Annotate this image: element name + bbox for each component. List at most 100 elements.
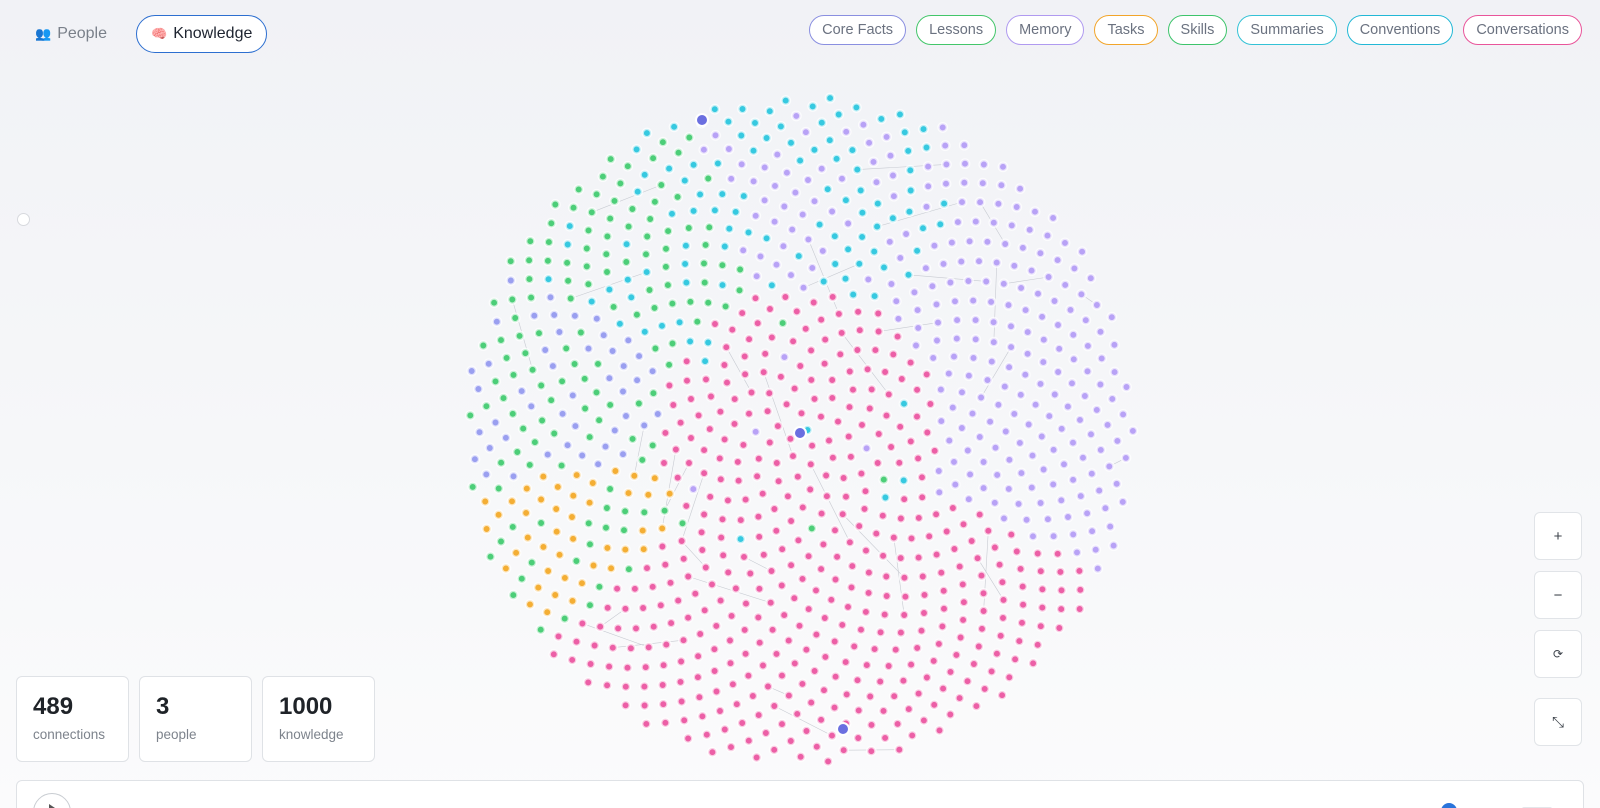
knowledge-node[interactable] [855,468,867,480]
knowledge-node[interactable] [638,419,650,431]
knowledge-node[interactable] [696,544,708,556]
knowledge-node[interactable] [698,144,710,156]
knowledge-node[interactable] [854,324,866,336]
knowledge-node[interactable] [931,298,942,310]
knowledge-node[interactable] [688,205,700,217]
knowledge-node[interactable] [881,410,892,422]
knowledge-node[interactable] [879,609,891,621]
knowledge-node[interactable] [982,525,994,537]
knowledge-node[interactable] [894,108,906,120]
knowledge-node[interactable] [751,270,763,282]
knowledge-node[interactable] [803,603,815,615]
knowledge-node[interactable] [933,638,945,650]
knowledge-node[interactable] [995,179,1007,191]
knowledge-node[interactable] [950,649,962,661]
knowledge-node[interactable] [655,599,667,611]
knowledge-node[interactable] [557,408,569,420]
knowledge-node[interactable] [1005,320,1017,332]
knowledge-node[interactable] [802,174,814,186]
knowledge-node[interactable] [702,297,714,309]
knowledge-node[interactable] [1056,584,1067,596]
knowledge-node[interactable] [586,206,598,218]
knowledge-node[interactable] [933,465,945,477]
knowledge-node[interactable] [1026,482,1038,494]
knowledge-node[interactable] [822,183,834,195]
knowledge-node[interactable] [665,577,676,589]
knowledge-node[interactable] [681,375,693,387]
knowledge-node[interactable] [643,641,655,653]
knowledge-node[interactable] [559,572,571,584]
knowledge-node[interactable] [740,494,752,506]
knowledge-node[interactable] [588,560,599,571]
knowledge-node[interactable] [586,296,598,308]
knowledge-node[interactable] [786,224,798,236]
knowledge-node[interactable] [548,428,560,439]
knowledge-node[interactable] [1014,183,1026,195]
knowledge-node[interactable] [1062,511,1074,523]
knowledge-node[interactable] [834,348,846,360]
knowledge-node[interactable] [1106,393,1118,405]
knowledge-node[interactable] [823,435,835,447]
knowledge-node[interactable] [720,341,732,353]
knowledge-node[interactable] [1053,343,1065,355]
knowledge-node[interactable] [585,658,597,670]
knowledge-node[interactable] [600,441,611,453]
knowledge-node[interactable] [522,532,534,544]
knowledge-node[interactable] [1086,525,1098,537]
knowledge-node[interactable] [868,246,880,258]
knowledge-node[interactable] [672,595,684,607]
knowledge-node[interactable] [715,532,727,544]
knowledge-node[interactable] [619,603,631,615]
knowledge-node[interactable] [836,619,848,631]
knowledge-node[interactable] [1052,254,1064,266]
knowledge-node[interactable] [921,672,933,683]
knowledge-node[interactable] [603,372,615,384]
knowledge-node[interactable] [1074,603,1086,615]
knowledge-node[interactable] [868,156,879,168]
knowledge-node[interactable] [600,522,612,534]
knowledge-node[interactable] [607,345,619,357]
knowledge-node[interactable] [676,535,688,547]
knowledge-node[interactable] [565,293,577,304]
knowledge-node[interactable] [725,657,736,669]
knowledge-node[interactable] [752,317,764,329]
knowledge-node[interactable] [479,496,491,507]
knowledge-node[interactable] [1055,603,1067,615]
knowledge-node[interactable] [685,393,697,405]
knowledge-node[interactable] [761,132,773,144]
knowledge-node[interactable] [1111,435,1123,447]
knowledge-node[interactable] [500,432,512,444]
knowledge-node[interactable] [698,444,710,456]
knowledge-node[interactable] [931,335,943,346]
knowledge-node[interactable] [692,650,704,662]
knowledge-node[interactable] [541,606,553,618]
knowledge-node[interactable] [898,572,910,584]
knowledge-node[interactable] [657,136,669,148]
knowledge-node[interactable] [659,505,671,517]
knowledge-node[interactable] [549,199,561,210]
knowledge-node[interactable] [816,117,828,129]
drag-handle[interactable] [17,213,30,226]
knowledge-node[interactable] [1037,356,1049,368]
knowledge-node[interactable] [923,530,935,542]
knowledge-node[interactable] [1042,230,1053,242]
knowledge-node[interactable] [970,314,982,326]
knowledge-node[interactable] [978,159,990,170]
knowledge-node[interactable] [870,528,882,540]
knowledge-node[interactable] [768,503,780,515]
knowledge-node[interactable] [581,243,593,254]
knowledge-node[interactable] [683,132,695,143]
knowledge-node[interactable] [766,279,778,291]
knowledge-node[interactable] [883,388,895,400]
knowledge-node[interactable] [806,440,818,452]
knowledge-node[interactable] [1043,410,1055,422]
knowledge-node[interactable] [802,233,814,245]
knowledge-node[interactable] [638,681,650,693]
knowledge-node[interactable] [887,170,899,181]
knowledge-node[interactable] [709,665,721,677]
knowledge-node[interactable] [890,644,902,656]
knowledge-node[interactable] [885,278,897,290]
knowledge-node[interactable] [581,260,593,272]
knowledge-node[interactable] [663,359,675,371]
knowledge-node[interactable] [696,526,708,538]
